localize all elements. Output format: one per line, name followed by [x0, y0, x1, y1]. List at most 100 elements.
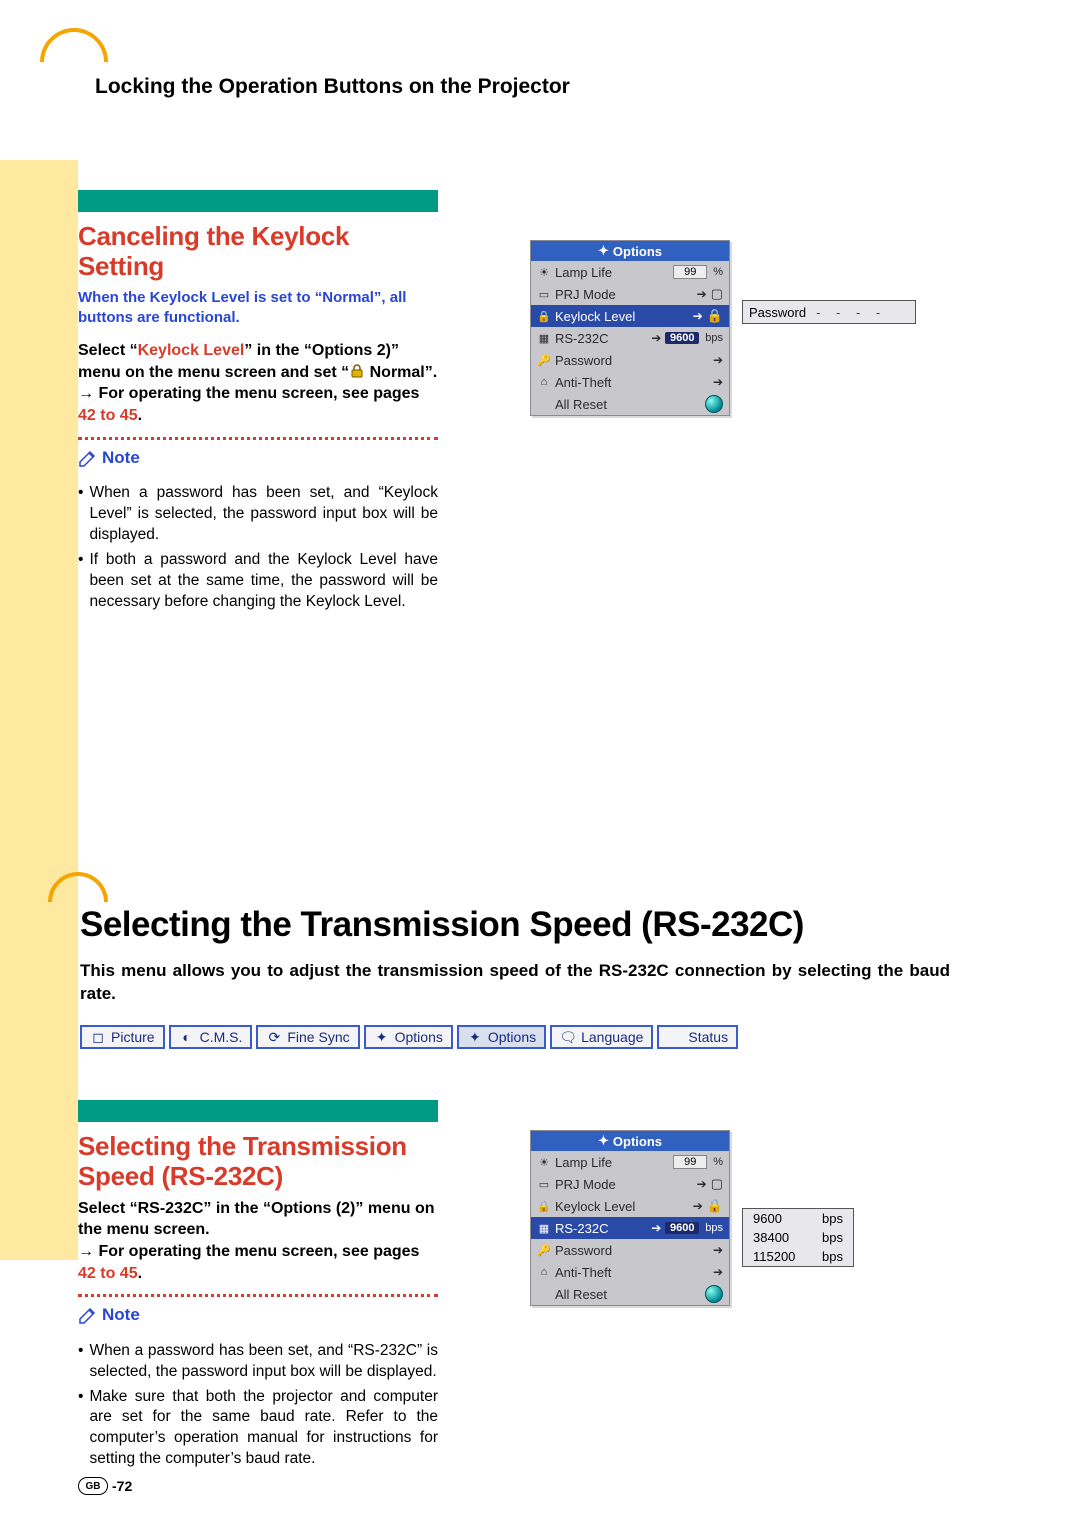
tab-picture[interactable]: ◻Picture	[80, 1025, 165, 1049]
baud-option-9600[interactable]: 9600 bps	[743, 1209, 853, 1228]
pwd-icon: 🔑	[537, 353, 551, 367]
osd-row-label: Keylock Level	[555, 1199, 689, 1214]
tab-label: Fine Sync	[287, 1029, 349, 1045]
osd-row-password[interactable]: 🔑Password➔	[531, 1239, 729, 1261]
bullet-icon: •	[78, 1387, 83, 1471]
baud-value: 9600	[753, 1211, 782, 1226]
osd-row-label: RS-232C	[555, 1221, 647, 1236]
rs-icon: ▦	[537, 1221, 551, 1235]
osd-row-label: Anti-Theft	[555, 375, 709, 390]
tab-label: Options	[488, 1029, 536, 1045]
rs232c-intro: This menu allows you to adjust the trans…	[80, 960, 950, 1006]
pencil-icon	[78, 448, 98, 468]
reset-icon	[537, 397, 551, 411]
osd-row-label: Lamp Life	[555, 265, 669, 280]
rs232c-p1: Select “RS-232C” in the “Options (2)” me…	[78, 1198, 438, 1241]
lamp-life-unit: %	[713, 1156, 723, 1168]
page-title: Locking the Operation Buttons on the Pro…	[95, 75, 570, 99]
osd-row-label: PRJ Mode	[555, 1177, 693, 1192]
osd-row-anti-theft[interactable]: ⌂Anti-Theft➔	[531, 1261, 729, 1283]
text: Select “	[78, 342, 138, 359]
rs232c-unit: bps	[705, 332, 723, 344]
page-ref: 42 to 45	[78, 407, 138, 424]
rs232c-block: Selecting the Transmission Speed (RS-232…	[78, 1100, 438, 1486]
text: Normal”.	[365, 364, 437, 381]
arrow-right-icon: ➔	[713, 1243, 723, 1257]
tab-fine-sync[interactable]: ⟳Fine Sync	[256, 1025, 359, 1049]
text: → For operating the menu screen, see pag…	[78, 385, 419, 402]
text: .	[138, 1265, 142, 1282]
tab-c-m-s-[interactable]: ◐C.M.S.	[169, 1025, 253, 1049]
text: → For operating the menu screen, see pag…	[78, 1243, 419, 1260]
rs232c-main-heading: Selecting the Transmission Speed (RS-232…	[80, 905, 804, 945]
osd-row-label: Lamp Life	[555, 1155, 669, 1170]
osd-row-all-reset[interactable]: All Reset	[531, 1283, 729, 1305]
anti-icon: ⌂	[537, 1265, 551, 1279]
osd-row-lamp-life[interactable]: ☀Lamp Life99%	[531, 261, 729, 283]
osd-row-lamp-life[interactable]: ☀Lamp Life99%	[531, 1151, 729, 1173]
tab-label: Language	[581, 1029, 643, 1045]
screen-icon: ▢	[711, 286, 723, 302]
osd-row-keylock-level[interactable]: 🔒Keylock Level➔🔒	[531, 1195, 729, 1217]
baud-option-115200[interactable]: 115200bps	[743, 1247, 853, 1266]
osd-row-all-reset[interactable]: All Reset	[531, 393, 729, 415]
osd-row-keylock-level[interactable]: 🔒Keylock Level➔🔒	[531, 305, 729, 327]
osd-row-rs-232c[interactable]: ▦ RS-232C ➔ 9600 bps	[531, 1217, 729, 1239]
tab-label: Options	[395, 1029, 443, 1045]
green-divider	[78, 190, 438, 212]
green-divider	[78, 1100, 438, 1122]
osd-row-prj-mode[interactable]: ▭PRJ Mode➔▢	[531, 1173, 729, 1195]
arrow-right-icon: ➔	[713, 375, 723, 389]
note-item: When a password has been set, and “Keylo…	[89, 483, 438, 546]
osd-row-prj-mode[interactable]: ▭PRJ Mode➔▢	[531, 283, 729, 305]
cancel-keylock-block: Canceling the Keylock Setting When the K…	[78, 190, 438, 628]
arrow-right-icon: ➔	[693, 309, 703, 323]
reset-button-icon	[705, 1285, 723, 1303]
tab-language[interactable]: 🗨Language	[550, 1025, 653, 1049]
pwd-icon: 🔑	[537, 1243, 551, 1257]
bullet-icon: •	[78, 1341, 83, 1383]
prj-icon: ▭	[537, 287, 551, 301]
rs232c-sub-heading: Selecting the Transmission Speed (RS-232…	[78, 1132, 438, 1192]
osd-title: ✦ Options	[531, 241, 729, 261]
baud-option-38400[interactable]: 38400bps	[743, 1228, 853, 1247]
rs232c-see-pages: → For operating the menu screen, see pag…	[78, 1241, 438, 1284]
rs232c-note-list: •When a password has been set, and “RS-2…	[78, 1341, 438, 1471]
note-label: Note	[102, 1305, 140, 1325]
rs-icon: ▦	[537, 331, 551, 345]
dotted-separator	[78, 437, 438, 440]
osd-row-password[interactable]: 🔑Password➔	[531, 349, 729, 371]
tab-label: Picture	[111, 1029, 155, 1045]
keylock-level-ref: Keylock Level	[138, 342, 245, 359]
lamp-icon: ☀	[537, 1155, 551, 1169]
osd-row-label: RS-232C	[555, 331, 647, 346]
cancel-see-pages: → For operating the menu screen, see pag…	[78, 383, 438, 426]
manual-page: Locking the Operation Buttons on the Pro…	[0, 0, 1080, 1523]
lamp-icon: ☀	[537, 265, 551, 279]
page-number: GB -72	[78, 1477, 132, 1495]
baud-unit: bps	[822, 1211, 843, 1226]
arrow-right-icon: ➔	[713, 1265, 723, 1279]
tab-options[interactable]: ✦Options	[364, 1025, 453, 1049]
osd-row-rs-232c[interactable]: ▦RS-232C➔9600bps	[531, 327, 729, 349]
lamp-life-unit: %	[713, 266, 723, 278]
tab-status[interactable]: Status	[657, 1025, 738, 1049]
rs232c-value: 9600	[665, 332, 699, 344]
cancel-paragraph: Select “Keylock Level” in the “Options 2…	[78, 340, 438, 383]
arrow-right-icon: ➔	[697, 287, 707, 301]
tab-options[interactable]: ✦Options	[457, 1025, 546, 1049]
note-item: If both a password and the Keylock Level…	[89, 550, 438, 613]
rs232c-unit: bps	[705, 1222, 723, 1234]
osd-row-label: Password	[555, 353, 709, 368]
osd-row-anti-theft[interactable]: ⌂Anti-Theft➔	[531, 371, 729, 393]
rs232c-value: 9600	[665, 1222, 699, 1234]
cancel-heading: Canceling the Keylock Setting	[78, 222, 438, 282]
arrow-right-icon: ➔	[697, 1177, 707, 1191]
lock-icon	[349, 363, 365, 377]
note-header: Note	[78, 448, 438, 468]
prj-icon: ▭	[537, 1177, 551, 1191]
key-icon: 🔒	[537, 309, 551, 323]
baud-value: 115200	[753, 1249, 795, 1264]
osd-row-label: All Reset	[555, 397, 701, 412]
arrow-right-icon: ➔	[651, 1221, 661, 1235]
